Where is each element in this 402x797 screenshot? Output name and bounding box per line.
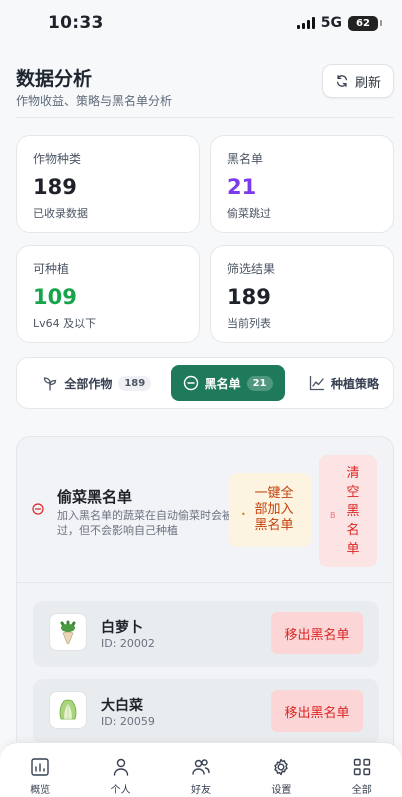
tab-all-crops[interactable]: 全部作物 189 — [23, 365, 171, 401]
stat-card-crop-types: 作物种类 189 已收录数据 — [16, 135, 200, 233]
refresh-button[interactable]: 刷新 — [322, 64, 394, 98]
nav-friends[interactable]: 好友 — [171, 757, 231, 797]
count-badge: 21 — [246, 375, 273, 391]
radish-icon — [49, 613, 87, 651]
crop-id: ID: 20002 — [101, 637, 155, 650]
battery-icon: 62 — [348, 15, 382, 31]
tab-label: 全部作物 — [64, 376, 113, 391]
tab-label: 黑名单 — [204, 376, 241, 391]
status-time: 10:33 — [48, 13, 104, 33]
minus-circle-icon — [32, 503, 44, 515]
page-header: 数据分析 作物收益、策略与黑名单分析 刷新 — [16, 58, 394, 118]
nav-label: 设置 — [271, 785, 292, 796]
stat-hint: Lv64 及以下 — [33, 317, 97, 330]
blacklist-item: 大白菜 ID: 20059 移出黑名单 — [33, 679, 379, 745]
refresh-label: 刷新 — [354, 75, 381, 91]
nav-settings[interactable]: 设置 — [251, 757, 311, 797]
grid-icon — [353, 758, 370, 776]
person-icon — [113, 758, 128, 776]
line-chart-icon — [309, 375, 325, 391]
remove-from-blacklist-button[interactable]: 移出黑名单 — [271, 612, 363, 654]
stat-value: 109 — [33, 285, 77, 309]
stat-value: 189 — [33, 175, 77, 199]
nav-label: 全部 — [351, 785, 372, 796]
nav-personal[interactable]: 个人 — [91, 757, 151, 797]
stat-value: 189 — [227, 285, 271, 309]
blacklist-header: 偷菜黑名单 加入黑名单的蔬菜在自动偷菜时会被跳过，但不会影响自己种植 • 一键全… — [17, 437, 393, 583]
clear-blacklist-button[interactable]: B 清空黑名单 — [319, 455, 377, 567]
page-subtitle: 作物收益、策略与黑名单分析 — [16, 94, 173, 108]
nav-label: 个人 — [110, 785, 131, 796]
stat-label: 黑名单 — [227, 152, 264, 166]
stat-label: 筛选结果 — [227, 262, 276, 276]
cabbage-icon — [49, 691, 87, 729]
tab-planting-strategy[interactable]: 种植策略 — [285, 365, 387, 401]
refresh-icon — [336, 75, 348, 87]
add-all-label: 一键全部加入黑名单 — [254, 486, 294, 533]
nav-label: 概览 — [30, 785, 51, 796]
add-all-to-blacklist-button[interactable]: • 一键全部加入黑名单 — [229, 473, 311, 547]
stat-hint: 当前列表 — [227, 317, 271, 330]
minus-circle-icon — [183, 375, 198, 391]
clear-marker: B — [330, 511, 336, 520]
nav-all[interactable]: 全部 — [332, 757, 392, 797]
view-tabs: 全部作物 189 黑名单 21 种植策略 — [16, 357, 394, 409]
blacklist-title: 偷菜黑名单 — [57, 488, 133, 506]
stat-hint: 偷菜跳过 — [227, 207, 271, 220]
stat-card-filter-result: 筛选结果 189 当前列表 — [210, 245, 394, 343]
signal-icon — [296, 17, 315, 29]
stat-label: 作物种类 — [33, 152, 82, 166]
nav-label: 好友 — [190, 785, 211, 796]
crop-id: ID: 20059 — [101, 715, 155, 728]
clear-label: 清空黑名单 — [346, 465, 360, 557]
blacklist-item: 白萝卜 ID: 20002 移出黑名单 — [33, 601, 379, 667]
tab-blacklist[interactable]: 黑名单 21 — [170, 365, 285, 401]
count-badge: 189 — [118, 375, 152, 391]
overview-icon — [31, 758, 49, 776]
remove-from-blacklist-button[interactable]: 移出黑名单 — [271, 690, 363, 732]
bottom-navigation: 概览 个人 好友 设置 全部 — [0, 742, 402, 797]
nav-overview[interactable]: 概览 — [10, 757, 70, 797]
status-bar: 10:33 5G 62 — [0, 0, 402, 46]
gear-icon — [274, 758, 289, 776]
network-label: 5G — [320, 15, 342, 31]
stat-card-plantable: 可种植 109 Lv64 及以下 — [16, 245, 200, 343]
tab-label: 种植策略 — [330, 376, 379, 391]
stat-label: 可种植 — [33, 262, 70, 276]
page-title: 数据分析 — [16, 68, 93, 90]
sprout-icon — [44, 377, 57, 391]
crop-name: 大白菜 — [101, 698, 143, 714]
bullet-icon: • — [241, 510, 246, 519]
crop-name: 白萝卜 — [101, 620, 143, 636]
stat-value: 21 — [227, 175, 257, 199]
stat-hint: 已收录数据 — [33, 207, 88, 220]
stat-card-blacklist: 黑名单 21 偷菜跳过 — [210, 135, 394, 233]
status-indicators: 5G 62 — [296, 15, 382, 31]
friends-icon — [192, 759, 210, 775]
blacklist-description: 加入黑名单的蔬菜在自动偷菜时会被跳过，但不会影响自己种植 — [57, 509, 244, 537]
